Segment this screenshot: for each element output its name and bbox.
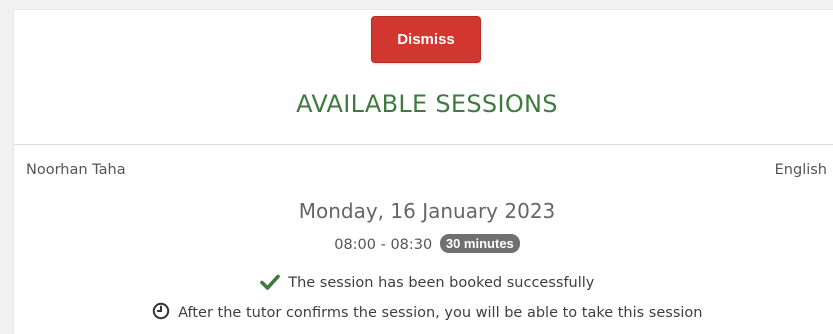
- duration-badge: 30 minutes: [439, 234, 520, 253]
- booking-status: The session has been booked successfully: [14, 274, 833, 294]
- session-language: English: [774, 162, 827, 178]
- dismiss-button[interactable]: Dismiss: [371, 16, 481, 63]
- session-time-range: 08:00 - 08:30: [334, 237, 433, 253]
- confirmation-info-text: After the tutor confirms the session, yo…: [178, 305, 703, 321]
- session-time-row: 08:00 - 08:30 30 minutes: [14, 234, 833, 253]
- clock-icon: [152, 302, 170, 324]
- divider: [14, 144, 833, 145]
- session-date: Monday, 16 January 2023: [298, 199, 556, 223]
- page-title: AVAILABLE SESSIONS: [296, 90, 558, 118]
- tutor-name: Noorhan Taha: [26, 162, 126, 178]
- confirmation-info: After the tutor confirms the session, yo…: [14, 302, 833, 324]
- booking-status-text: The session has been booked successfully: [288, 275, 595, 291]
- check-icon: [259, 274, 280, 294]
- sessions-panel: Dismiss AVAILABLE SESSIONS Noorhan Taha …: [13, 9, 833, 334]
